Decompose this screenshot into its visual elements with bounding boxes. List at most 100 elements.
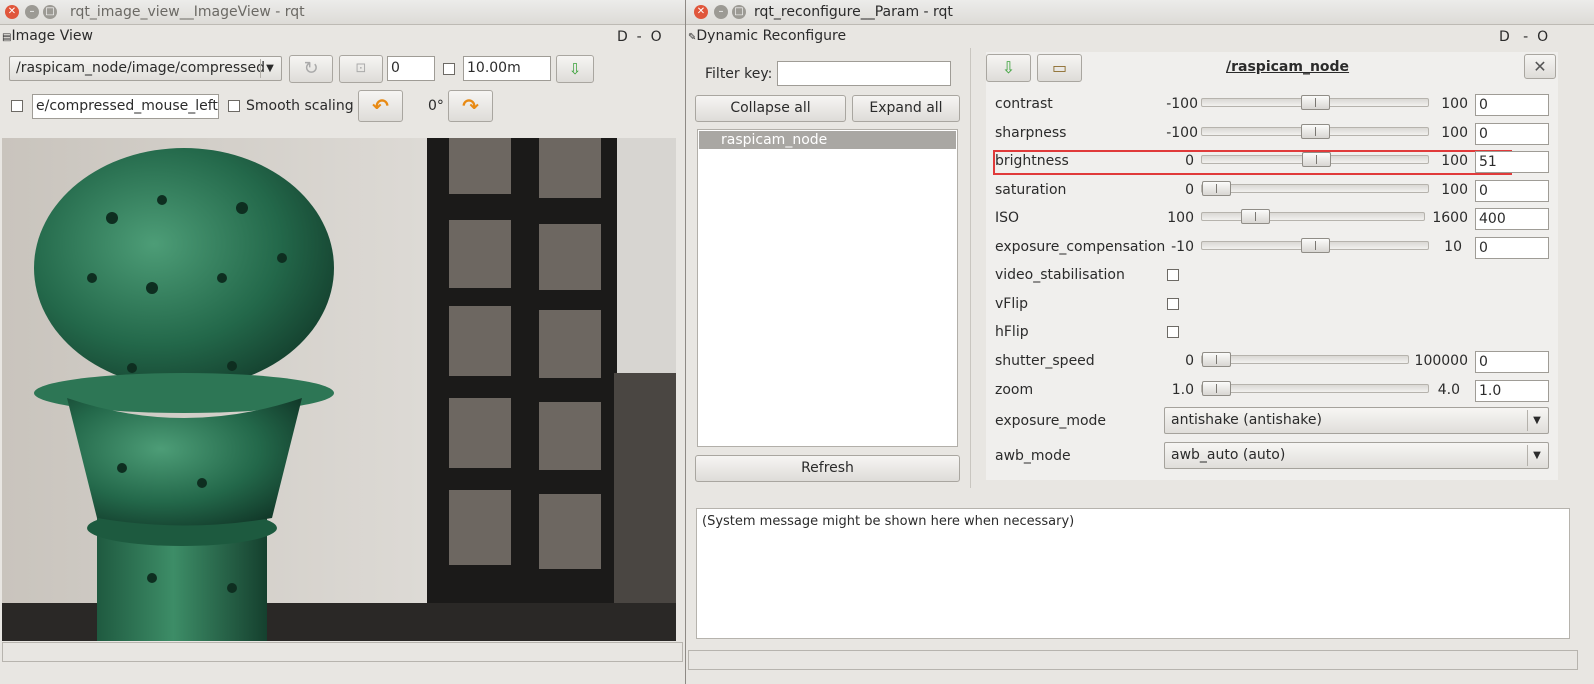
shutter-speed-input[interactable]: 0 <box>1475 351 1549 373</box>
topic-combo[interactable]: /raspicam_node/image/compressed ▼ <box>9 56 282 81</box>
contrast-slider[interactable] <box>1201 95 1429 110</box>
param-name: sharpness <box>995 125 1067 141</box>
zoom-slider[interactable] <box>1201 381 1429 396</box>
minimize-icon[interactable]: – <box>714 5 728 19</box>
param-max: 100 <box>1441 125 1468 141</box>
expand-all-label: Expand all <box>869 100 943 116</box>
rotate-left-button[interactable]: ↶ <box>358 90 403 122</box>
param-max: 100 <box>1441 182 1468 198</box>
original-size-button[interactable]: ⊡ <box>339 55 383 83</box>
refresh-topics-button[interactable]: ↻ <box>289 55 333 83</box>
saturation-slider[interactable] <box>1201 181 1429 196</box>
brightness-slider[interactable] <box>1201 152 1429 167</box>
system-message-area: (System message might be shown here when… <box>696 508 1570 639</box>
save-image-button[interactable]: ⇩ <box>556 55 594 83</box>
collapse-all-button[interactable]: Collapse all <box>695 95 846 122</box>
rotate-left-icon: ↶ <box>372 94 389 118</box>
sharpness-input[interactable]: 0 <box>1475 123 1549 145</box>
awb-mode-combo[interactable]: awb_auto (auto) ▼ <box>1164 442 1549 469</box>
dynamic-range-checkbox[interactable] <box>443 63 455 75</box>
load-params-button[interactable]: ▭ <box>1037 54 1082 82</box>
brightness-input[interactable]: 51 <box>1475 151 1549 173</box>
vflip-checkbox[interactable] <box>1167 298 1179 310</box>
param-name: brightness <box>995 153 1069 169</box>
saturation-input[interactable]: 0 <box>1475 180 1549 202</box>
exposure-compensation-slider[interactable] <box>1201 238 1429 253</box>
save-params-button[interactable]: ⇩ <box>986 54 1031 82</box>
iso-input[interactable]: 400 <box>1475 208 1549 230</box>
param-min: 0 <box>1185 353 1194 369</box>
slider-handle[interactable] <box>1241 209 1270 224</box>
param-min: -100 <box>1166 96 1198 112</box>
dropdown-arrow-icon[interactable]: ▼ <box>260 59 279 78</box>
video-stabilisation-checkbox[interactable] <box>1167 269 1179 281</box>
tree-item-raspicam[interactable]: raspicam_node <box>699 131 956 149</box>
rotate-right-icon: ↷ <box>462 94 479 118</box>
close-icon[interactable]: ✕ <box>5 5 19 19</box>
param-max: 4.0 <box>1437 382 1460 398</box>
panel-controls[interactable]: D - O <box>1499 29 1548 45</box>
save-icon: ⇩ <box>568 60 582 78</box>
spin-input[interactable]: 0 <box>387 56 435 81</box>
publish-click-checkbox[interactable] <box>11 100 23 112</box>
mouse-topic-input[interactable]: e/compressed_mouse_left <box>32 94 219 119</box>
camera-image-picture <box>2 138 676 641</box>
rotate-right-button[interactable]: ↷ <box>448 90 493 122</box>
param-min: 0 <box>1185 153 1194 169</box>
sharpness-slider[interactable] <box>1201 124 1429 139</box>
window-title: rqt_reconfigure__Param - rqt <box>754 4 953 20</box>
slider-handle[interactable] <box>1202 352 1231 367</box>
splitter[interactable] <box>970 48 971 488</box>
minimize-icon[interactable]: – <box>25 5 39 19</box>
reconfigure-window: ✕ – □ rqt_reconfigure__Param - rqt ✎Dyna… <box>686 0 1594 684</box>
node-tree[interactable]: raspicam_node <box>697 129 958 447</box>
zoom-input[interactable]: 1.0 <box>1475 380 1549 402</box>
expand-all-button[interactable]: Expand all <box>852 95 960 122</box>
slider-handle[interactable] <box>1302 152 1331 167</box>
hflip-checkbox[interactable] <box>1167 326 1179 338</box>
collapse-all-label: Collapse all <box>730 100 811 116</box>
image-view-window: ✕ – □ rqt_image_view__ImageView - rqt ▤I… <box>0 0 685 684</box>
exposure-mode-combo[interactable]: antishake (antishake) ▼ <box>1164 407 1549 434</box>
slider-handle[interactable] <box>1202 381 1231 396</box>
param-name: shutter_speed <box>995 353 1095 369</box>
filter-key-input[interactable] <box>777 61 951 86</box>
zoom-value: 10.00m <box>467 60 521 76</box>
param-max: 100 <box>1441 96 1468 112</box>
save-icon: ⇩ <box>1001 58 1016 77</box>
refresh-icon: ↻ <box>303 58 319 79</box>
contrast-input[interactable]: 0 <box>1475 94 1549 116</box>
camera-image[interactable] <box>2 138 676 641</box>
close-icon[interactable]: ✕ <box>694 5 708 19</box>
close-node-button[interactable]: ✕ <box>1524 54 1556 79</box>
slider-handle[interactable] <box>1301 95 1330 110</box>
slider-handle[interactable] <box>1301 124 1330 139</box>
smooth-scaling-checkbox[interactable] <box>228 100 240 112</box>
filter-key-label: Filter key: <box>705 66 773 82</box>
param-name: awb_mode <box>995 448 1071 464</box>
slider-handle[interactable] <box>1202 181 1231 196</box>
panel-controls[interactable]: D - O <box>617 29 662 45</box>
load-icon: ▭ <box>1051 58 1068 77</box>
zoom-input[interactable]: 10.00m <box>463 56 551 81</box>
param-panel: ⇩ ▭ /raspicam_node ✕ contrast -100 100 0… <box>986 52 1558 480</box>
exposure-mode-value: antishake (antishake) <box>1171 412 1322 428</box>
iso-slider[interactable] <box>1201 209 1425 224</box>
param-max: 100000 <box>1414 353 1468 369</box>
refresh-button[interactable]: Refresh <box>695 455 960 482</box>
dropdown-arrow-icon[interactable]: ▼ <box>1527 445 1546 466</box>
right-titlebar: ✕ – □ rqt_reconfigure__Param - rqt <box>686 0 1594 25</box>
fit-icon: ⊡ <box>355 61 367 76</box>
shutter-speed-slider[interactable] <box>1201 352 1409 367</box>
refresh-label: Refresh <box>801 460 854 476</box>
rotation-label: 0° <box>428 98 444 114</box>
slider-handle[interactable] <box>1301 238 1330 253</box>
maximize-icon[interactable]: □ <box>732 5 746 19</box>
param-max: 1600 <box>1432 210 1468 226</box>
left-titlebar: ✕ – □ rqt_image_view__ImageView - rqt <box>0 0 685 25</box>
param-name: zoom <box>995 382 1034 398</box>
exposure-compensation-input[interactable]: 0 <box>1475 237 1549 259</box>
dropdown-arrow-icon[interactable]: ▼ <box>1527 410 1546 431</box>
param-min: 0 <box>1185 182 1194 198</box>
maximize-icon[interactable]: □ <box>43 5 57 19</box>
